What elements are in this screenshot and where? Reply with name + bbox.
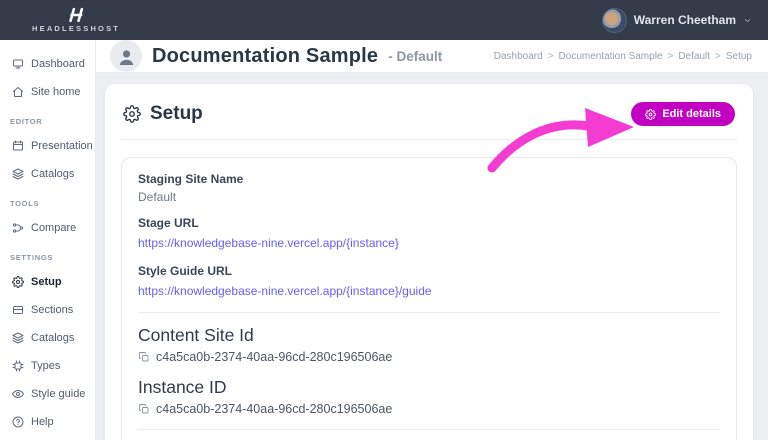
page-header: Documentation Sample - Default Dashboard…	[96, 40, 768, 72]
style-guide-url-link[interactable]: https://knowledgebase-nine.vercel.app/{i…	[138, 284, 432, 298]
gear-icon	[123, 105, 141, 123]
field-stage-url: Stage URL https://knowledgebase-nine.ver…	[138, 216, 720, 252]
site-avatar	[110, 40, 142, 72]
gear-icon	[12, 276, 24, 288]
content-site-id-heading: Content Site Id	[138, 325, 720, 346]
user-avatar	[602, 8, 627, 33]
setup-card: Setup Edit details Staging Site Name Def…	[105, 84, 753, 440]
content-area: Setup Edit details Staging Site Name Def…	[96, 72, 768, 440]
help-icon	[12, 416, 24, 428]
sections-icon	[12, 304, 24, 316]
breadcrumb-separator: >	[667, 51, 673, 62]
breadcrumb-dashboard[interactable]: Dashboard	[494, 51, 543, 62]
sidebar-section-tools: TOOLS	[0, 188, 95, 214]
breadcrumb-documentation-sample[interactable]: Documentation Sample	[559, 51, 663, 62]
layers-icon	[12, 332, 24, 344]
edit-details-button[interactable]: Edit details	[631, 102, 735, 126]
instance-id-heading: Instance ID	[138, 377, 720, 398]
dashboard-icon	[12, 58, 24, 70]
field-value: Default	[138, 190, 720, 204]
instance-id-value: c4a5ca0b-2374-40aa-96cd-280c196506ae	[156, 402, 392, 416]
sidebar-item-sections[interactable]: Sections	[0, 296, 95, 324]
sidebar-item-compare[interactable]: Compare	[0, 214, 95, 242]
top-navbar: HEADLESSHOST Warren Cheetham	[0, 0, 768, 40]
page-title: Documentation Sample	[152, 45, 378, 68]
sidebar-item-site-home[interactable]: Site home	[0, 78, 95, 106]
sidebar-item-style-guide[interactable]: Style guide	[0, 380, 95, 408]
sidebar: Dashboard Site home EDITOR Presentation …	[0, 40, 96, 440]
home-icon	[12, 86, 24, 98]
setup-card-header: Setup Edit details	[121, 100, 737, 140]
breadcrumb-setup[interactable]: Setup	[726, 51, 752, 62]
field-staging-site-name: Staging Site Name Default	[138, 172, 720, 204]
field-label: Stage URL	[138, 216, 720, 231]
breadcrumb-separator: >	[715, 51, 721, 62]
field-label: Style Guide URL	[138, 264, 720, 279]
brand-name: HEADLESSHOST	[32, 24, 120, 33]
field-style-guide-url: Style Guide URL https://knowledgebase-ni…	[138, 264, 720, 300]
sidebar-item-dashboard[interactable]: Dashboard	[0, 50, 95, 78]
eye-icon	[12, 388, 24, 400]
chevron-down-icon	[743, 16, 752, 25]
user-name: Warren Cheetham	[634, 13, 736, 27]
setup-title: Setup	[123, 103, 203, 125]
content-site-id-value: c4a5ca0b-2374-40aa-96cd-280c196506ae	[156, 350, 392, 364]
copy-icon[interactable]	[138, 403, 150, 415]
headlesshost-logo-icon	[63, 7, 89, 23]
sidebar-item-catalogs-settings[interactable]: Catalogs	[0, 324, 95, 352]
gear-icon	[645, 109, 656, 120]
user-menu[interactable]: Warren Cheetham	[602, 8, 752, 33]
field-label: Staging Site Name	[138, 172, 720, 187]
divider	[138, 312, 720, 313]
person-icon	[117, 48, 136, 67]
breadcrumb: Dashboard > Documentation Sample > Defau…	[494, 51, 752, 62]
sidebar-item-types[interactable]: Types	[0, 352, 95, 380]
breadcrumb-separator: >	[548, 51, 554, 62]
sidebar-item-presentation[interactable]: Presentation	[0, 132, 95, 160]
details-panel: Staging Site Name Default Stage URL http…	[121, 157, 737, 440]
content-site-id-block: Content Site Id c4a5ca0b-2374-40aa-96cd-…	[138, 325, 720, 364]
brand-logo[interactable]: HEADLESSHOST	[32, 7, 120, 33]
presentation-icon	[12, 140, 24, 152]
instance-id-block: Instance ID c4a5ca0b-2374-40aa-96cd-280c…	[138, 377, 720, 416]
stage-url-link[interactable]: https://knowledgebase-nine.vercel.app/{i…	[138, 236, 399, 250]
sidebar-section-settings: SETTINGS	[0, 242, 95, 268]
divider	[138, 429, 720, 430]
sidebar-item-help[interactable]: Help	[0, 408, 95, 436]
main-area: Documentation Sample - Default Dashboard…	[96, 40, 768, 440]
compare-icon	[12, 222, 24, 234]
layers-icon	[12, 168, 24, 180]
sidebar-item-catalogs-editor[interactable]: Catalogs	[0, 160, 95, 188]
types-icon	[12, 360, 24, 372]
copy-icon[interactable]	[138, 351, 150, 363]
breadcrumb-default[interactable]: Default	[678, 51, 710, 62]
sidebar-item-setup[interactable]: Setup	[0, 268, 95, 296]
page-subtitle: - Default	[388, 49, 442, 64]
sidebar-section-editor: EDITOR	[0, 106, 95, 132]
